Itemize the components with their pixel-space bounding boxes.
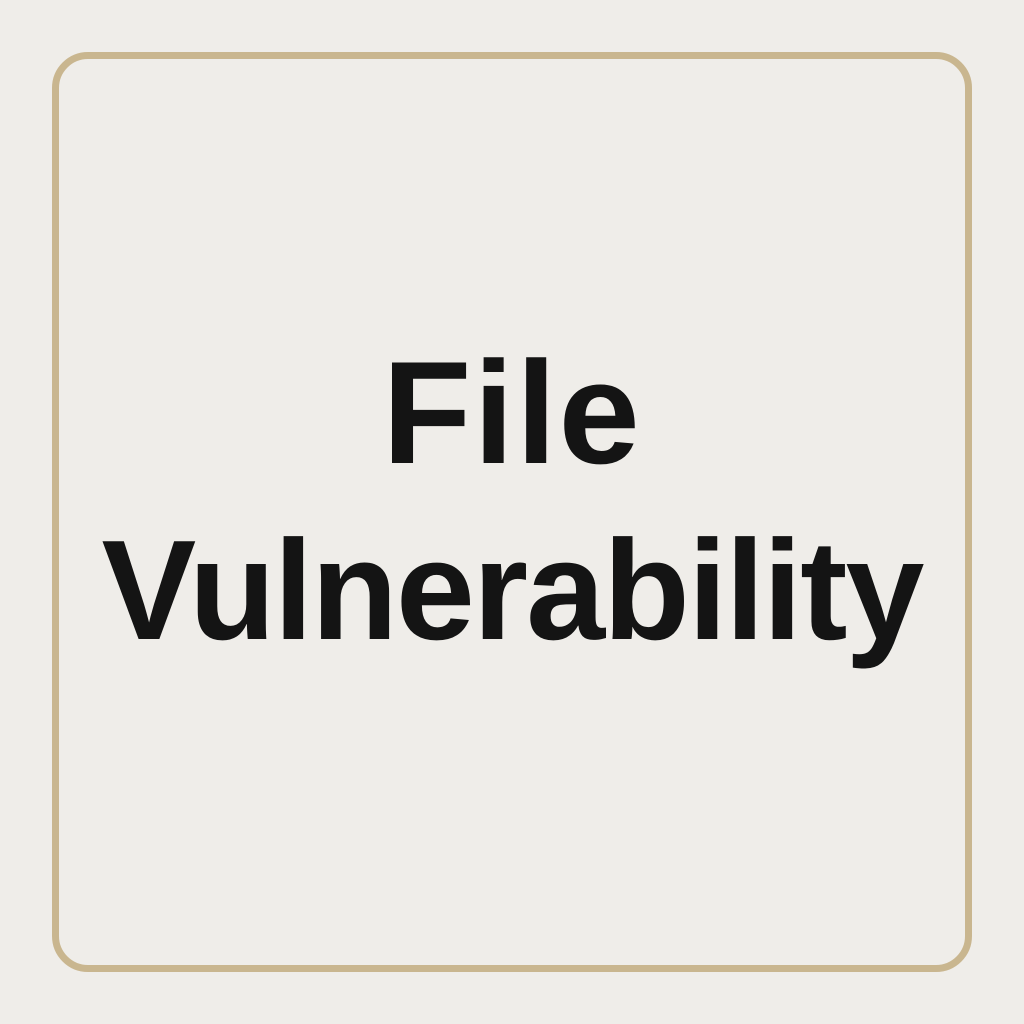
title-line-1: File (382, 331, 642, 494)
title-line-2: Vulnerability (101, 511, 925, 670)
page: File Vulnerability (0, 0, 1024, 1024)
